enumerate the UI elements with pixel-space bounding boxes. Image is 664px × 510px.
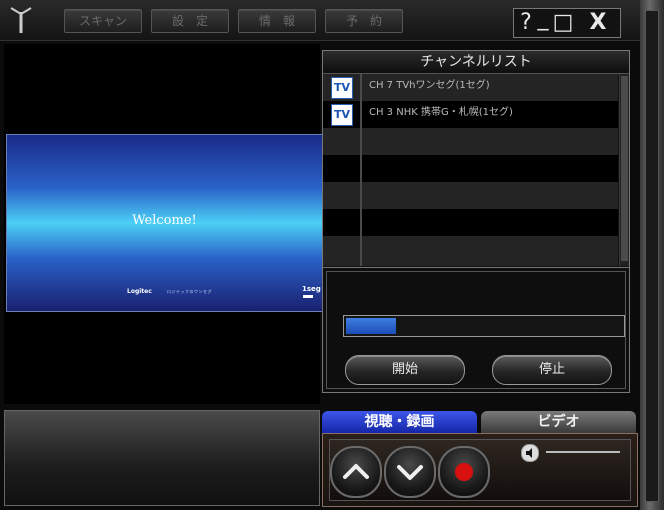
mode-tabs: 視聴・録画 ビデオ: [322, 411, 636, 433]
channel-label: CH 3 NHK 携帯G・札幌(1セグ): [369, 107, 513, 118]
brand-logo: Logitec: [127, 288, 152, 295]
volume-icon: [526, 448, 532, 458]
tv-icon: TV: [331, 104, 353, 126]
window-controls: ? _ □ X: [513, 5, 621, 38]
channel-row-empty: [323, 209, 618, 236]
info-button[interactable]: 情 報: [238, 9, 316, 33]
scan-button[interactable]: スキャン: [64, 9, 142, 33]
channel-icon-cell: [323, 236, 362, 266]
side-scrollbar: [645, 10, 659, 502]
channel-row-empty: [323, 182, 618, 209]
channel-list-title: チャンネルリスト: [323, 51, 629, 74]
record-button[interactable]: [438, 446, 490, 498]
welcome-screen: Welcome! Logitec ロジテックのワンセグ 1seg: [6, 134, 323, 312]
channel-down-button[interactable]: [384, 446, 436, 498]
channel-list-panel: チャンネルリスト TV CH 7 TVhワンセグ(1セグ) TV CH 3 NH…: [322, 50, 630, 268]
oneseg-bar: [303, 295, 313, 298]
antenna-icon: [10, 7, 32, 33]
toolbar: スキャン 設 定 情 報 予 約 ? _ □ X: [0, 0, 640, 41]
help-button[interactable]: ?: [516, 9, 536, 37]
scan-progress-bar: [343, 315, 625, 337]
channel-up-button[interactable]: [330, 446, 382, 498]
tab-watch-record[interactable]: 視聴・録画: [322, 411, 477, 433]
channel-icon-cell: TV: [323, 74, 362, 101]
maximize-button[interactable]: □: [552, 9, 574, 37]
minimize-button[interactable]: _: [534, 5, 552, 33]
close-button[interactable]: X: [584, 9, 612, 37]
scan-panel-inner: 開始 停止: [326, 271, 626, 389]
welcome-text: Welcome!: [132, 213, 197, 228]
chevron-up-icon: [343, 464, 369, 479]
info-display-box: [4, 410, 320, 506]
channel-icon-cell: [323, 209, 362, 236]
channel-label: CH 7 TVhワンセグ(1セグ): [369, 80, 490, 91]
window-frame-right: [640, 0, 664, 510]
oneseg-label: 1seg: [302, 285, 321, 293]
channel-icon-cell: TV: [323, 101, 362, 128]
settings-button[interactable]: 設 定: [151, 9, 229, 33]
channel-icon-cell: [323, 155, 362, 182]
scrollbar-thumb[interactable]: [621, 76, 628, 261]
channel-row[interactable]: TV CH 7 TVhワンセグ(1セグ): [323, 74, 618, 101]
speaker-icon[interactable]: [521, 444, 539, 462]
channel-icon-cell: [323, 128, 362, 155]
channel-row[interactable]: TV CH 3 NHK 携帯G・札幌(1セグ): [323, 101, 618, 128]
stop-button[interactable]: 停止: [492, 355, 612, 385]
scan-progress-fill: [346, 318, 396, 334]
volume-slider[interactable]: [546, 451, 620, 453]
tv-icon: TV: [331, 77, 353, 99]
channel-row-empty: [323, 128, 618, 155]
tab-video[interactable]: ビデオ: [481, 411, 636, 433]
chevron-down-icon: [397, 465, 423, 480]
channel-row-empty: [323, 236, 618, 266]
oneseg-logo: 1seg: [302, 285, 321, 299]
channel-row-empty: [323, 155, 618, 182]
record-icon: [455, 463, 473, 481]
reserve-button[interactable]: 予 約: [325, 9, 403, 33]
start-button[interactable]: 開始: [345, 355, 465, 385]
channel-icon-cell: [323, 182, 362, 209]
scan-panel: 開始 停止: [322, 267, 630, 393]
app-window: スキャン 設 定 情 報 予 約 ? _ □ X Welcome! Logite…: [0, 0, 664, 510]
channel-list-scrollbar[interactable]: [619, 74, 629, 266]
brand-subtitle: ロジテックのワンセグ: [167, 289, 212, 294]
